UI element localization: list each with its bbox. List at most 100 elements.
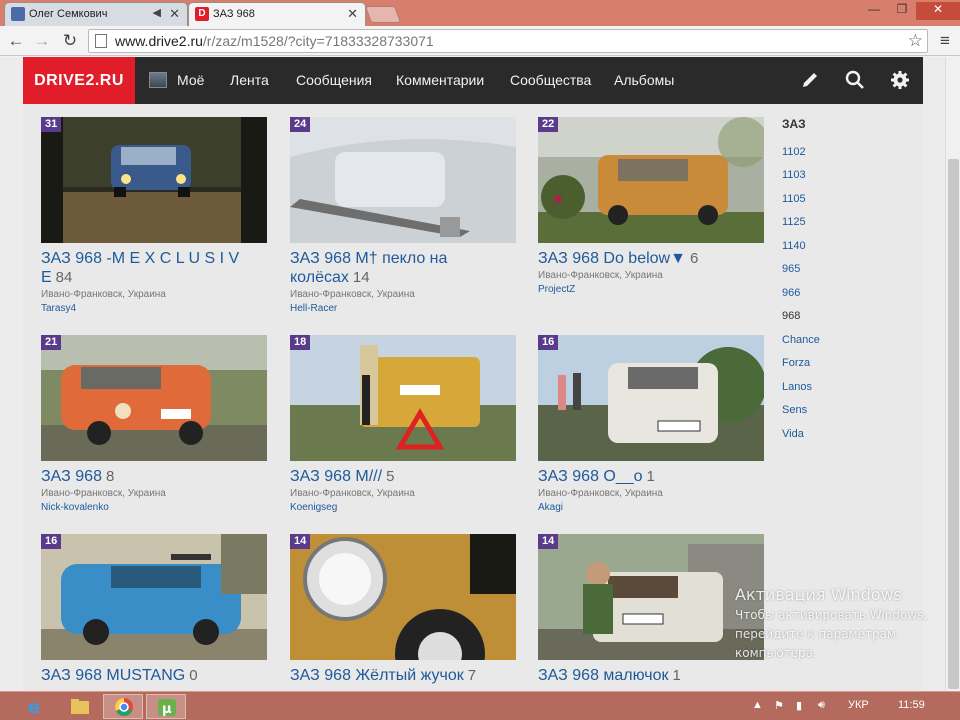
car-title-link[interactable]: ЗАЗ 968 малючок 1 xyxy=(538,666,764,685)
svg-text:e: e xyxy=(28,697,40,718)
car-owner-link[interactable]: Koenigseg xyxy=(290,502,337,513)
speaker-icon[interactable]: ◀ xyxy=(153,6,161,19)
new-tab-button[interactable] xyxy=(364,6,402,23)
car-owner-link[interactable]: ProjectZ xyxy=(538,284,575,295)
minimize-button[interactable]: — xyxy=(860,2,888,20)
scrollbar-thumb[interactable] xyxy=(948,159,959,689)
car-location: Ивано-Франковск, Украина xyxy=(290,488,415,499)
tab-title: Олег Семкович xyxy=(29,8,108,20)
car-photo[interactable]: 22 xyxy=(538,117,764,243)
rating-badge: 21 xyxy=(41,335,62,350)
avatar[interactable] xyxy=(149,72,167,88)
sidebar-item-forza[interactable]: Forza xyxy=(782,357,810,369)
page-content: DRIVE2.RU Моё Лента Сообщения Комментари… xyxy=(23,57,923,691)
nav-communities[interactable]: Сообщества xyxy=(510,72,591,88)
bookmark-star-icon[interactable]: ☆ xyxy=(908,30,923,52)
sidebar-item-968[interactable]: 968 xyxy=(782,310,800,322)
car-photo[interactable]: 21 xyxy=(41,335,267,461)
chrome-menu-icon[interactable]: ≡ xyxy=(936,31,954,51)
close-window-button[interactable]: ✕ xyxy=(916,2,960,20)
page-viewport: DRIVE2.RU Моё Лента Сообщения Комментари… xyxy=(0,57,960,691)
reload-icon[interactable]: ↻ xyxy=(60,31,80,51)
sidebar-item-sens[interactable]: Sens xyxy=(782,404,807,416)
folder-icon[interactable] xyxy=(60,694,100,719)
car-title-link[interactable]: ЗАЗ 968 М† пекло на колёсах 14 xyxy=(290,249,516,287)
car-photo[interactable]: 31 xyxy=(41,117,267,243)
nav-albums[interactable]: Альбомы xyxy=(614,72,674,88)
rating-badge: 31 xyxy=(41,117,62,132)
address-bar[interactable]: www.drive2.ru/r/zaz/m1528/?city=71833328… xyxy=(88,29,928,53)
car-photo[interactable]: 16 xyxy=(538,335,764,461)
sidebar-heading: ЗАЗ xyxy=(782,117,806,131)
sidebar-item-vida[interactable]: Vida xyxy=(782,428,804,440)
car-location: Ивано-Франковск, Украина xyxy=(41,289,166,300)
url-text: www.drive2.ru/r/zaz/m1528/?city=71833328… xyxy=(115,33,434,49)
volume-icon[interactable]: 🔊︎ xyxy=(818,699,825,712)
car-title-link[interactable]: ЗАЗ 968 Do below▼ 6 xyxy=(538,249,764,268)
drive2-favicon-icon: D xyxy=(195,7,209,21)
sidebar-item-lanos[interactable]: Lanos xyxy=(782,381,812,393)
sidebar-item-965[interactable]: 965 xyxy=(782,263,800,275)
site-logo[interactable]: DRIVE2.RU xyxy=(23,57,135,104)
gear-icon[interactable] xyxy=(889,69,911,91)
car-title-link[interactable]: ЗАЗ 968 8 xyxy=(41,467,267,486)
car-owner-link[interactable]: Tarasy4 xyxy=(41,303,76,314)
tab-close-icon[interactable]: ✕ xyxy=(347,6,358,22)
sidebar-item-1105[interactable]: 1105 xyxy=(782,193,806,205)
sidebar-item-1102[interactable]: 1102 xyxy=(782,146,806,158)
flag-icon[interactable]: ⚑ xyxy=(774,699,784,712)
back-arrow-icon[interactable]: ← xyxy=(6,31,26,51)
tray-arrow-icon[interactable]: ▲ xyxy=(752,699,763,711)
car-title-link[interactable]: ЗАЗ 968 Жёлтый жучок 7 xyxy=(290,666,516,685)
vk-favicon-icon xyxy=(11,7,25,21)
car-photo[interactable]: 24 xyxy=(290,117,516,243)
nav-lenta[interactable]: Лента xyxy=(230,72,269,88)
chrome-icon[interactable] xyxy=(103,694,143,719)
rating-badge: 22 xyxy=(538,117,559,132)
car-title-link[interactable]: ЗАЗ 968 -M E X C L U S I V E 84 xyxy=(41,249,267,287)
forward-arrow-icon[interactable]: → xyxy=(32,31,52,51)
sidebar-item-1140[interactable]: 1140 xyxy=(782,240,806,252)
car-title-link[interactable]: ЗАЗ 968 М///5 xyxy=(290,467,516,486)
search-icon[interactable] xyxy=(844,69,866,91)
language-indicator[interactable]: УКР xyxy=(848,699,869,711)
car-title-link[interactable]: ЗАЗ 968 O__o 1 xyxy=(538,467,764,486)
car-location: Ивано-Франковск, Украина xyxy=(538,270,663,281)
car-photo[interactable]: 14 xyxy=(538,534,764,660)
rating-badge: 18 xyxy=(290,335,311,350)
ie-icon[interactable]: e xyxy=(16,694,56,719)
site-header: DRIVE2.RU Моё Лента Сообщения Комментари… xyxy=(23,57,923,104)
car-owner-link[interactable]: Nick-kovalenko xyxy=(41,502,109,513)
tab-zaz968[interactable]: D ЗАЗ 968 ✕ xyxy=(188,2,366,26)
nav-messages[interactable]: Сообщения xyxy=(296,72,372,88)
sidebar-item-1103[interactable]: 1103 xyxy=(782,169,806,181)
page-scrollbar[interactable] xyxy=(945,57,960,691)
car-photo[interactable]: 16 xyxy=(41,534,267,660)
page-icon xyxy=(95,34,107,48)
browser-tabstrip: Олег Семкович ◀ ✕ D ЗАЗ 968 ✕ — ❐ ✕ xyxy=(0,0,960,26)
car-owner-link[interactable]: Hell-Racer xyxy=(290,303,337,314)
car-photo[interactable]: 14 xyxy=(290,534,516,660)
car-photo[interactable]: 18 xyxy=(290,335,516,461)
car-title-link[interactable]: ЗАЗ 968 MUSTANG 0 xyxy=(41,666,267,685)
tab-oleg[interactable]: Олег Семкович ◀ ✕ xyxy=(4,2,188,26)
tab-title: ЗАЗ 968 xyxy=(213,8,255,20)
sidebar-item-966[interactable]: 966 xyxy=(782,287,800,299)
network-icon[interactable]: ▮ xyxy=(796,699,802,712)
nav-moe[interactable]: Моё xyxy=(177,72,204,88)
sidebar-item-chance[interactable]: Chance xyxy=(782,334,820,346)
tab-close-icon[interactable]: ✕ xyxy=(169,6,180,22)
rating-badge: 16 xyxy=(41,534,62,549)
car-owner-link[interactable]: Akagi xyxy=(538,502,563,513)
utorrent-icon[interactable]: µ xyxy=(146,694,186,719)
rating-badge: 14 xyxy=(290,534,311,549)
maximize-button[interactable]: ❐ xyxy=(888,2,916,20)
car-location: Ивано-Франковск, Украина xyxy=(290,289,415,300)
clock[interactable]: 11:59 xyxy=(898,699,925,711)
browser-toolbar: ← → ↻ www.drive2.ru/r/zaz/m1528/?city=71… xyxy=(0,26,960,56)
pencil-icon[interactable] xyxy=(799,69,821,91)
sidebar-item-1125[interactable]: 1125 xyxy=(782,216,806,228)
nav-comments[interactable]: Комментарии xyxy=(396,72,484,88)
windows-taskbar: e µ ▲ ⚑ ▮ 🔊︎ УКР 11:59 xyxy=(0,691,960,720)
car-location: Ивано-Франковск, Украина xyxy=(538,488,663,499)
